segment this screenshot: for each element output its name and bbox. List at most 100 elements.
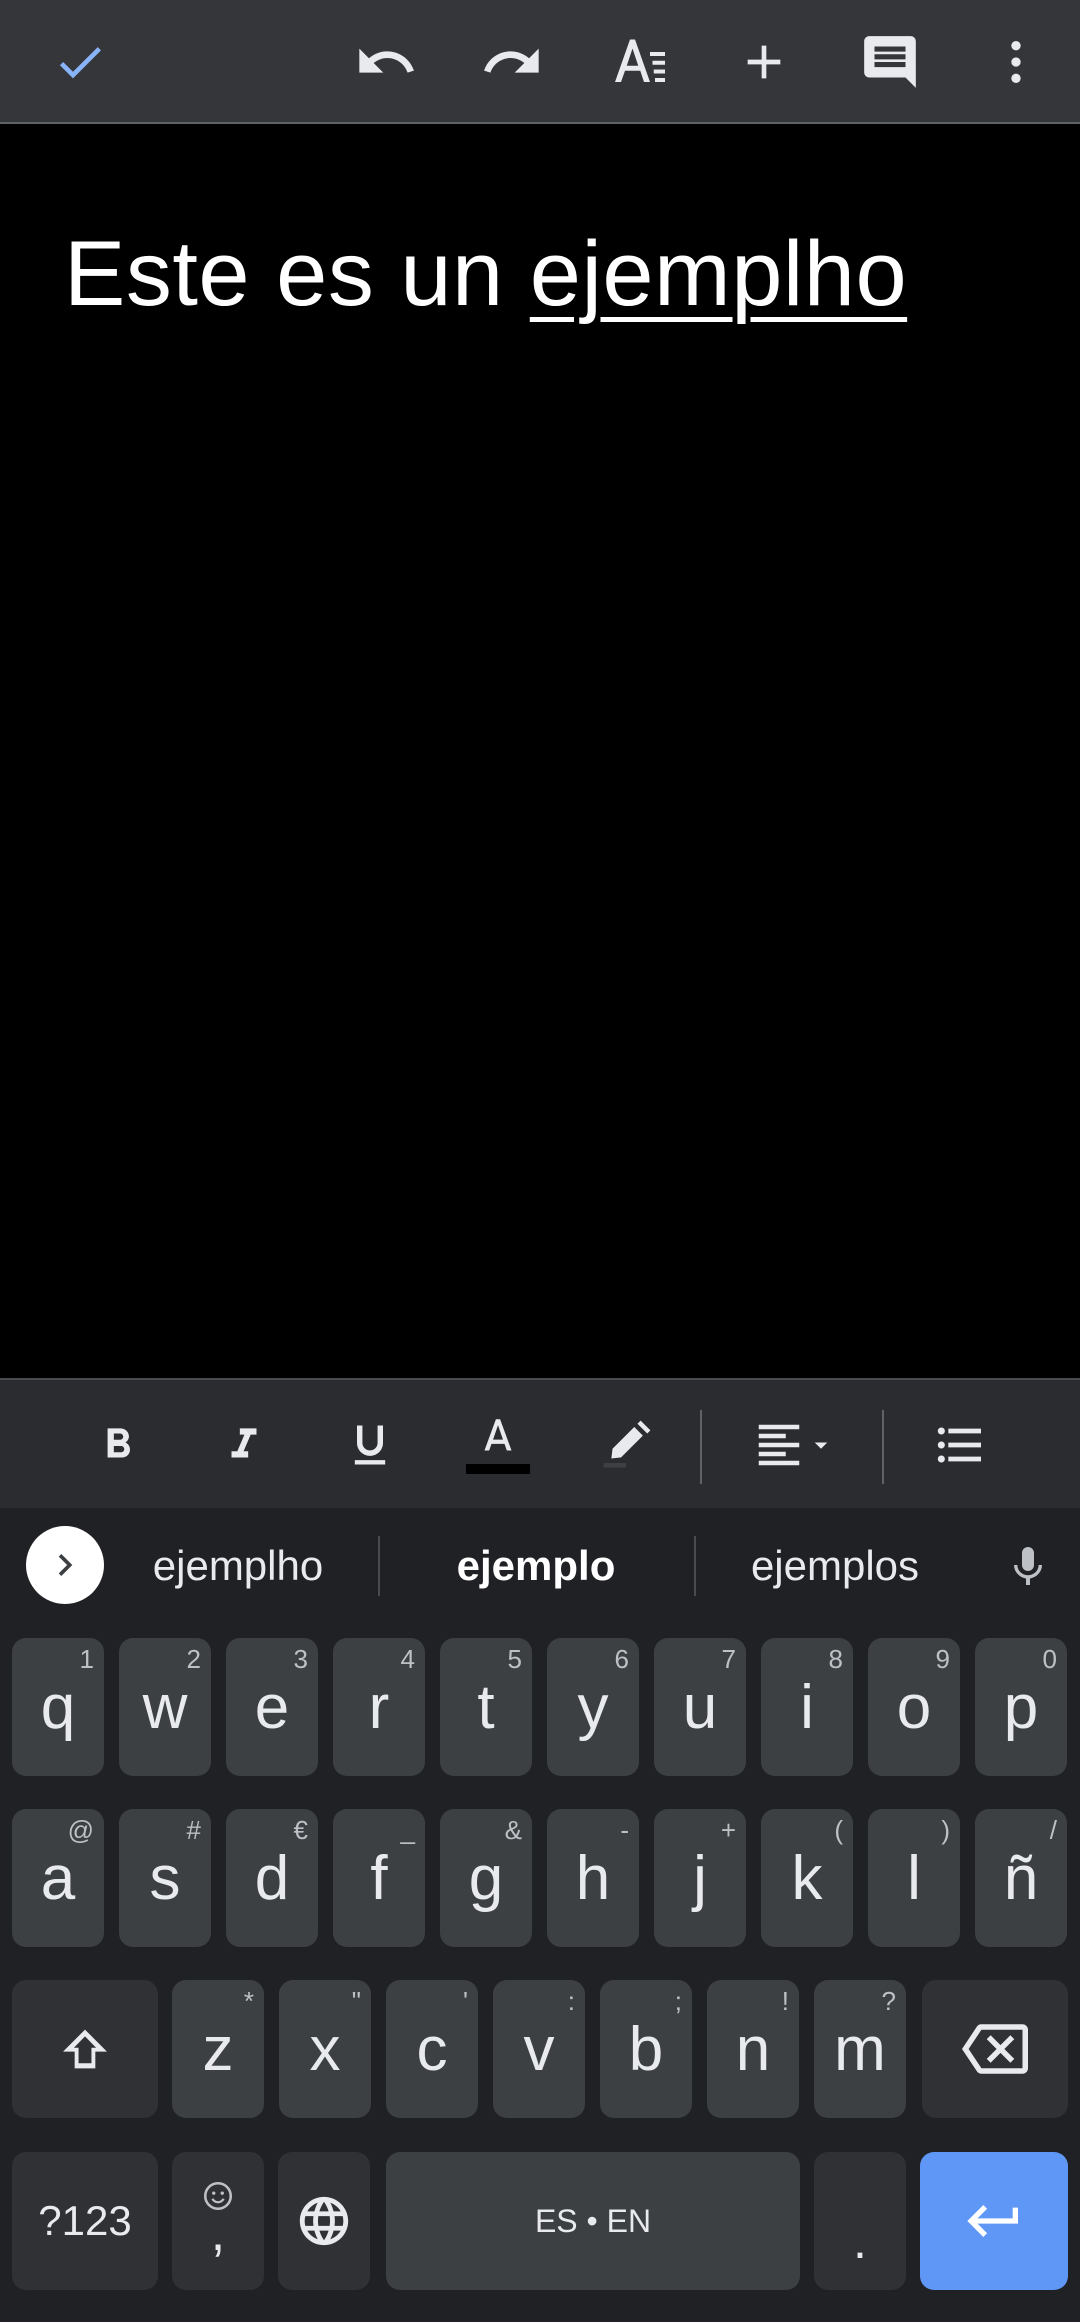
key-ñ[interactable]: ñ / [975, 1809, 1067, 1947]
key-m[interactable]: m? [814, 1980, 906, 2118]
toolbar-divider [700, 1410, 702, 1484]
key-r[interactable]: r4 [333, 1638, 425, 1776]
key-hint: 6 [614, 1644, 629, 1674]
period-key[interactable]: . [814, 2152, 906, 2290]
key-hint: ; [674, 1986, 682, 2016]
key-hint: 4 [400, 1644, 415, 1674]
insert-icon[interactable] [724, 22, 804, 102]
misspelled-word[interactable]: ejemplho [530, 223, 907, 325]
comment-icon[interactable] [850, 22, 930, 102]
bulleted-list-icon[interactable] [920, 1400, 1000, 1490]
key-a[interactable]: a @ [12, 1809, 104, 1947]
key-k[interactable]: k( [761, 1809, 853, 1947]
underline-icon[interactable] [332, 1400, 408, 1490]
key-hint: & [504, 1815, 522, 1845]
key-label: g [468, 1843, 504, 1913]
key-hint: - [620, 1815, 629, 1845]
key-hint: / [1049, 1815, 1057, 1845]
key-label: h [575, 1843, 611, 1913]
key-b[interactable]: b; [600, 1980, 692, 2118]
microphone-icon[interactable] [998, 1534, 1058, 1600]
key-t[interactable]: t5 [440, 1638, 532, 1776]
key-z[interactable]: z * [172, 1980, 264, 2118]
format-toolbar [0, 1378, 1080, 1508]
key-q[interactable]: q1 [12, 1638, 104, 1776]
backspace-key[interactable] [922, 1980, 1068, 2118]
globe-icon [299, 2196, 349, 2246]
key-x[interactable]: x " [279, 1980, 371, 2118]
key-hint: ! [781, 1986, 789, 2016]
key-j[interactable]: j + [654, 1809, 746, 1947]
backspace-icon [962, 2024, 1028, 2074]
check-icon[interactable] [40, 22, 120, 102]
key-hint: ? [881, 1986, 896, 2016]
suggestion-item[interactable]: ejemplho [124, 1534, 352, 1598]
bold-icon[interactable] [80, 1400, 156, 1490]
key-w[interactable]: w2 [119, 1638, 211, 1776]
italic-icon[interactable] [206, 1400, 282, 1490]
symbols-key[interactable]: ?123 [12, 2152, 158, 2290]
suggestion-item[interactable]: ejemplos [712, 1534, 958, 1598]
highlight-icon[interactable] [588, 1400, 664, 1490]
key-e[interactable]: e3 [226, 1638, 318, 1776]
chevron-right-icon [58, 1554, 73, 1576]
key-label: t [477, 1672, 495, 1742]
key-label: w [142, 1672, 188, 1742]
key-label: z [202, 2014, 234, 2084]
suggestion-divider [378, 1536, 380, 1596]
key-hint: : [567, 1986, 575, 2016]
key-u[interactable]: u7 [654, 1638, 746, 1776]
key-o[interactable]: o9 [868, 1638, 960, 1776]
keyboard: ejemplho ejemplo ejemplos ?123 , ES • EN… [0, 1508, 1080, 2322]
comma-label: , [210, 2204, 226, 2262]
language-key[interactable] [278, 2152, 370, 2290]
space-key[interactable]: ES • EN [386, 2152, 800, 2290]
expand-toolbar-button[interactable] [26, 1526, 104, 1604]
shift-icon [63, 2029, 107, 2069]
key-label: e [254, 1672, 290, 1742]
more-vert-icon[interactable] [976, 22, 1056, 102]
toolbar-divider [882, 1410, 884, 1484]
key-d[interactable]: d € [226, 1809, 318, 1947]
key-hint: * [243, 1986, 254, 2016]
enter-key[interactable] [920, 2152, 1068, 2290]
key-l[interactable]: l) [868, 1809, 960, 1947]
key-label: i [800, 1672, 814, 1742]
key-i[interactable]: i8 [761, 1638, 853, 1776]
redo-icon[interactable] [472, 22, 552, 102]
key-y[interactable]: y6 [547, 1638, 639, 1776]
key-g[interactable]: g & [440, 1809, 532, 1947]
key-hint: 2 [186, 1644, 201, 1674]
key-label: v [523, 2014, 555, 2084]
document-canvas[interactable]: Este es un ejemplho [0, 126, 1080, 1378]
key-hint: " [351, 1986, 361, 2016]
align-left-icon[interactable] [744, 1400, 844, 1490]
key-p[interactable]: p0 [975, 1638, 1067, 1776]
key-label: k [791, 1843, 823, 1913]
key-hint: ' [463, 1986, 468, 2016]
key-label: y [577, 1672, 609, 1742]
key-hint: 7 [721, 1644, 736, 1674]
key-label: q [40, 1672, 76, 1742]
key-v[interactable]: v: [493, 1980, 585, 2118]
key-c[interactable]: c ' [386, 1980, 478, 2118]
key-label: o [896, 1672, 932, 1742]
comma-emoji-key[interactable]: , [172, 2152, 264, 2290]
suggestion-item[interactable]: ejemplo [396, 1534, 676, 1598]
text-format-icon[interactable] [600, 22, 680, 102]
key-label: p [1003, 1672, 1039, 1742]
key-f[interactable]: f _ [333, 1809, 425, 1947]
key-label: m [834, 2014, 886, 2084]
undo-icon[interactable] [346, 22, 426, 102]
key-label: s [149, 1843, 181, 1913]
key-label: a [40, 1843, 76, 1913]
text-color-icon[interactable] [460, 1400, 536, 1490]
document-text-line[interactable]: Este es un ejemplho [64, 222, 907, 327]
key-hint: 3 [293, 1644, 308, 1674]
key-n[interactable]: n! [707, 1980, 799, 2118]
key-hint: ( [834, 1815, 843, 1845]
key-label: c [416, 2014, 448, 2084]
shift-key[interactable] [12, 1980, 158, 2118]
key-s[interactable]: s # [119, 1809, 211, 1947]
key-h[interactable]: h- [547, 1809, 639, 1947]
